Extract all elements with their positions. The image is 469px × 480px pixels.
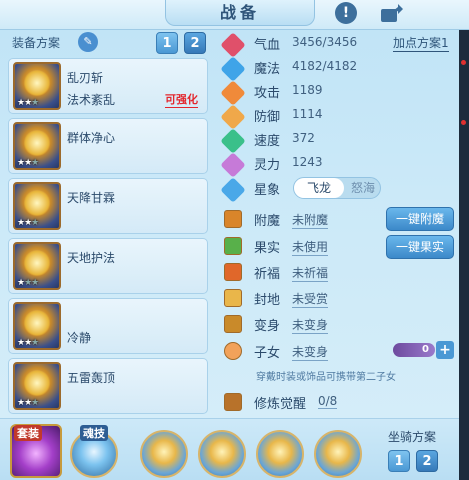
skill-icon: ★★★ [13, 242, 61, 290]
stat-value: 372 [292, 131, 315, 145]
add-child-button[interactable]: + [436, 341, 454, 359]
slot-label: 果实 [254, 241, 281, 256]
stat-label: 防御 [254, 110, 281, 125]
enchant-icon [224, 210, 242, 228]
equip-slot[interactable] [314, 430, 362, 478]
mount-tab-1[interactable]: 1 [388, 450, 410, 472]
mount-tab-2[interactable]: 2 [416, 450, 438, 472]
slot-value[interactable]: 未变身 [292, 343, 329, 361]
help-icon[interactable]: ! [335, 2, 357, 24]
skill-card[interactable]: ★★★ 天降甘霖 [8, 178, 208, 234]
skill-sub: 法术紊乱 [67, 93, 116, 107]
one-click-fruit-button[interactable]: 一键果实 [386, 235, 454, 259]
skill-name: 群体净心 [67, 131, 116, 145]
skill-icon: ★★★ [13, 182, 61, 230]
spirit-icon [220, 152, 246, 178]
slot-label: 封地 [254, 293, 281, 308]
stat-label: 气血 [254, 38, 281, 53]
stat-value: 3456/3456 [292, 35, 358, 49]
slot-label: 附魔 [254, 214, 281, 229]
toggle-option-nuhai[interactable]: 怒海 [346, 178, 380, 198]
plan-tab-1[interactable]: 1 [156, 32, 178, 54]
awaken-label: 修炼觉醒 [254, 397, 307, 412]
toggle-option-feilong[interactable]: 飞龙 [294, 178, 344, 198]
slot-value[interactable]: 未变身 [292, 316, 329, 334]
awaken-icon [224, 393, 242, 411]
child-count: 0 [393, 343, 435, 357]
star-toggle[interactable]: 飞龙 怒海 [293, 177, 381, 199]
point-scheme-link[interactable]: 加点方案1 [393, 34, 449, 52]
equip-slot[interactable] [140, 430, 188, 478]
mount-plan-label: 坐骑方案 [388, 430, 437, 444]
stat-label: 速度 [254, 134, 281, 149]
stat-value: 4182/4182 [292, 59, 358, 73]
attack-icon [220, 80, 246, 106]
slot-value[interactable]: 未祈福 [292, 264, 329, 282]
equip-slot[interactable] [256, 430, 304, 478]
skill-name: 天地护法 [67, 251, 116, 265]
equipment-plan-label: 装备方案 [12, 36, 61, 50]
skill-card[interactable]: ★★★ 群体净心 [8, 118, 208, 174]
defense-icon [220, 104, 246, 130]
slot-value[interactable]: 未受赏 [292, 290, 329, 308]
skill-icon: ★★★ [13, 122, 61, 170]
page-title: 战备 [165, 0, 315, 26]
blessing-icon [224, 263, 242, 281]
slot-value[interactable]: 未使用 [292, 238, 329, 256]
skill-name: 乱刃斩 [67, 71, 104, 85]
skill-card[interactable]: ★★★ 五雷轰顶 [8, 358, 208, 414]
equip-slot[interactable] [198, 430, 246, 478]
star-label: 星象 [254, 183, 281, 198]
slot-label: 祈福 [254, 267, 281, 282]
child-hint: 穿戴时装或饰品可携带第二子女 [256, 372, 396, 383]
right-edge-strip [459, 30, 469, 480]
plan-tab-2[interactable]: 2 [184, 32, 206, 54]
slot-label: 变身 [254, 319, 281, 334]
transform-icon [224, 315, 242, 333]
stat-value: 1243 [292, 155, 323, 169]
suit-tag: 套装 [14, 425, 42, 441]
child-icon [224, 342, 242, 360]
stat-label: 魔法 [254, 62, 281, 77]
star-icon [220, 177, 246, 203]
stat-value: 1189 [292, 83, 323, 97]
upgrade-label[interactable]: 可强化 [165, 91, 198, 108]
skill-icon: ★★★ [13, 302, 61, 350]
skill-card[interactable]: ★★★ 冷静 [8, 298, 208, 354]
skill-name: 冷静 [67, 331, 92, 345]
soul-tag: 魂技 [80, 425, 108, 441]
slot-value[interactable]: 未附魔 [292, 211, 329, 229]
skill-name: 五雷轰顶 [67, 371, 116, 385]
share-icon[interactable] [380, 3, 404, 23]
stat-label: 攻击 [254, 86, 281, 101]
hp-icon [220, 32, 246, 58]
one-click-enchant-button[interactable]: 一键附魔 [386, 207, 454, 231]
awaken-value[interactable]: 0/8 [318, 394, 338, 409]
fruit-icon [224, 237, 242, 255]
stat-label: 灵力 [254, 158, 281, 173]
speed-icon [220, 128, 246, 154]
skill-icon: ★★★ [13, 62, 61, 110]
mp-icon [220, 56, 246, 82]
skill-name: 天降甘霖 [67, 191, 116, 205]
stat-value: 1114 [292, 107, 323, 121]
skill-card[interactable]: ★★★ 天地护法 [8, 238, 208, 294]
edit-icon[interactable]: ✎ [78, 32, 98, 52]
skill-icon: ★★★ [13, 362, 61, 410]
skill-card[interactable]: ★★★ 乱刃斩 法术紊乱 可强化 [8, 58, 208, 114]
fief-icon [224, 289, 242, 307]
slot-label: 子女 [254, 346, 281, 361]
